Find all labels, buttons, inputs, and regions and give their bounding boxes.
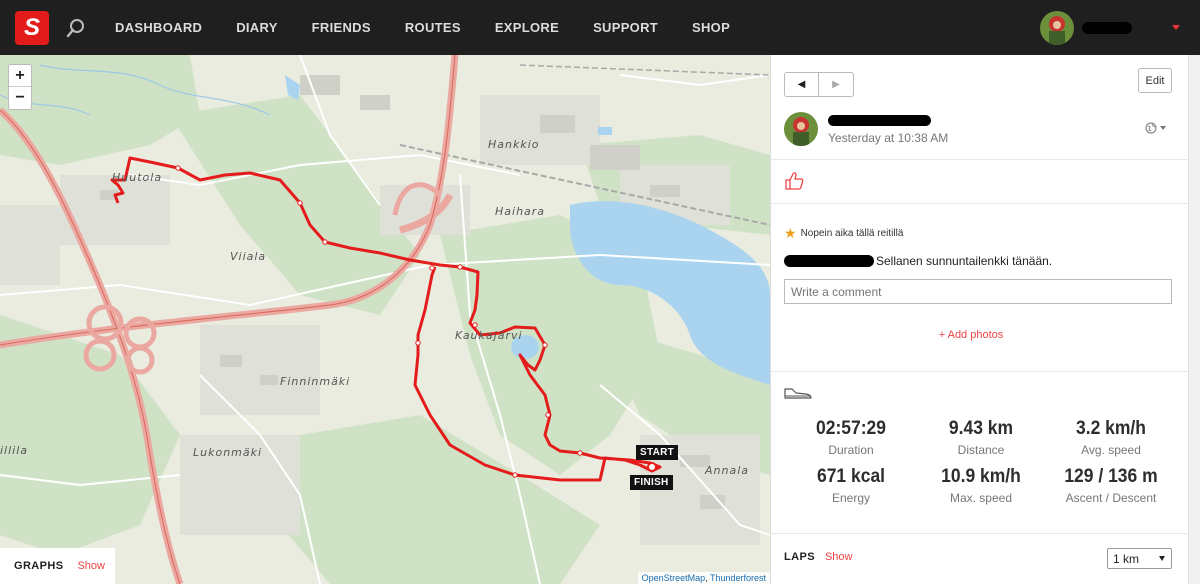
place-label-finninmaki: Finninmäki <box>280 375 351 388</box>
achievement-badge: ★ Nopein aika tällä reitillä <box>784 225 903 242</box>
stat-distance: 9.43 km Distance <box>916 418 1046 457</box>
lap-distance-value: 1 km <box>1113 551 1140 566</box>
place-label-illila: illila <box>0 444 29 457</box>
zoom-in-button[interactable]: + <box>9 65 31 87</box>
place-label-huutola: Huutola <box>112 171 163 184</box>
nav-explore[interactable]: EXPLORE <box>495 20 559 35</box>
stat-label: Energy <box>831 491 871 505</box>
graphs-show-link[interactable]: Show <box>77 560 105 572</box>
stat-value: 671 kcal <box>816 466 886 487</box>
comment-input[interactable] <box>784 279 1172 304</box>
user-name-redacted <box>1082 21 1132 34</box>
post-author-name-redacted <box>828 115 931 126</box>
workout-pager: ◀ ▶ <box>784 72 854 97</box>
edit-button[interactable]: Edit <box>1138 68 1172 93</box>
stat-value: 129 / 136 m <box>1064 466 1158 487</box>
post-timestamp: Yesterday at 10:38 AM <box>828 131 949 145</box>
place-label-hankkio: Hankkio <box>488 138 540 151</box>
comment-author-redacted <box>784 255 874 267</box>
zoom-control: + − <box>8 64 32 110</box>
comment-text: Sellanen sunnuntailenkki tänään. <box>876 254 1053 268</box>
place-label-annala: Annala <box>705 464 750 477</box>
graphs-panel: GRAPHS Show <box>0 548 115 584</box>
nav-diary[interactable]: DIARY <box>236 20 277 35</box>
stat-label: Avg. speed <box>1081 443 1141 457</box>
zoom-out-button[interactable]: − <box>9 87 31 109</box>
stat-value: 10.9 km/h <box>941 466 1021 487</box>
main-nav: DASHBOARD DIARY FRIENDS ROUTES EXPLORE S… <box>98 20 747 35</box>
workout-detail-panel: ◀ ▶ Edit Yesterday at 10:38 AM ★ Nopein … <box>770 55 1189 584</box>
map-canvas <box>0 55 770 584</box>
laps-header: LAPS Show <box>784 551 852 563</box>
thunderforest-attribution-link[interactable]: Thunderforest <box>710 573 766 583</box>
user-avatar[interactable] <box>1040 10 1074 45</box>
laps-label: LAPS <box>784 551 815 563</box>
stat-label: Distance <box>957 443 1005 457</box>
graphs-label: GRAPHS <box>14 560 64 572</box>
stat-label: Ascent / Descent <box>1065 491 1157 505</box>
osm-attribution-link[interactable]: OpenStreetMap <box>642 573 706 583</box>
sports-tracker-logo[interactable]: S <box>15 10 49 45</box>
stat-value: 9.43 km <box>948 418 1014 439</box>
page-scrollbar[interactable] <box>1188 55 1200 584</box>
place-label-kaukajarvi: Kaukajärvi <box>455 329 523 342</box>
user-menu-caret-icon[interactable] <box>1172 25 1180 30</box>
finish-marker[interactable]: FINISH <box>630 475 673 490</box>
nav-routes[interactable]: ROUTES <box>405 20 461 35</box>
achievement-text: Nopein aika tällä reitillä <box>800 228 904 239</box>
running-shoe-icon <box>784 388 812 399</box>
stat-duration: 02:57:29 Duration <box>786 418 916 457</box>
nav-friends[interactable]: FRIENDS <box>312 20 371 35</box>
lap-distance-select[interactable]: 1 km <box>1107 548 1172 569</box>
add-photos-link[interactable]: + Add photos <box>771 329 1171 341</box>
divider <box>771 203 1189 204</box>
stat-value: 3.2 km/h <box>1076 418 1146 439</box>
top-navigation-bar: S DASHBOARD DIARY FRIENDS ROUTES EXPLORE… <box>0 0 1200 55</box>
chevron-down-icon <box>1159 556 1165 561</box>
stat-ascent-descent: 129 / 136 m Ascent / Descent <box>1046 466 1176 505</box>
user-menu[interactable] <box>1040 10 1180 45</box>
start-marker[interactable]: START <box>636 445 679 460</box>
divider <box>771 159 1189 160</box>
like-thumbs-up-icon[interactable] <box>784 171 804 191</box>
divider <box>771 371 1189 372</box>
nav-shop[interactable]: SHOP <box>692 20 730 35</box>
map-attribution: OpenStreetMap, Thunderforest <box>637 572 770 584</box>
search-icon[interactable] <box>64 16 88 40</box>
stat-avg-speed: 3.2 km/h Avg. speed <box>1046 418 1176 457</box>
next-workout-button[interactable]: ▶ <box>819 72 854 97</box>
route-map[interactable]: + − Huutola Viiala Hankkio Haihara Kauka… <box>0 55 770 584</box>
laps-show-link[interactable]: Show <box>825 551 853 563</box>
stat-label: Duration <box>828 443 874 457</box>
divider <box>771 533 1189 534</box>
description-comment: Sellanen sunnuntailenkki tänään. <box>784 254 1052 268</box>
place-label-viiala: Viiala <box>230 250 267 263</box>
place-label-haihara: Haihara <box>495 205 546 218</box>
stat-label: Max. speed <box>949 491 1013 505</box>
star-icon: ★ <box>784 225 797 241</box>
previous-workout-button[interactable]: ◀ <box>784 72 819 97</box>
stat-max-speed: 10.9 km/h Max. speed <box>916 466 1046 505</box>
stat-energy: 671 kcal Energy <box>786 466 916 505</box>
privacy-globe-icon[interactable] <box>1145 122 1166 134</box>
post-author-avatar[interactable] <box>784 112 818 146</box>
workout-stats: 02:57:29 Duration 9.43 km Distance 3.2 k… <box>786 418 1176 505</box>
nav-dashboard[interactable]: DASHBOARD <box>115 20 202 35</box>
nav-support[interactable]: SUPPORT <box>593 20 658 35</box>
place-label-lukonmaki: Lukonmäki <box>193 446 263 459</box>
stat-value: 02:57:29 <box>816 418 886 439</box>
